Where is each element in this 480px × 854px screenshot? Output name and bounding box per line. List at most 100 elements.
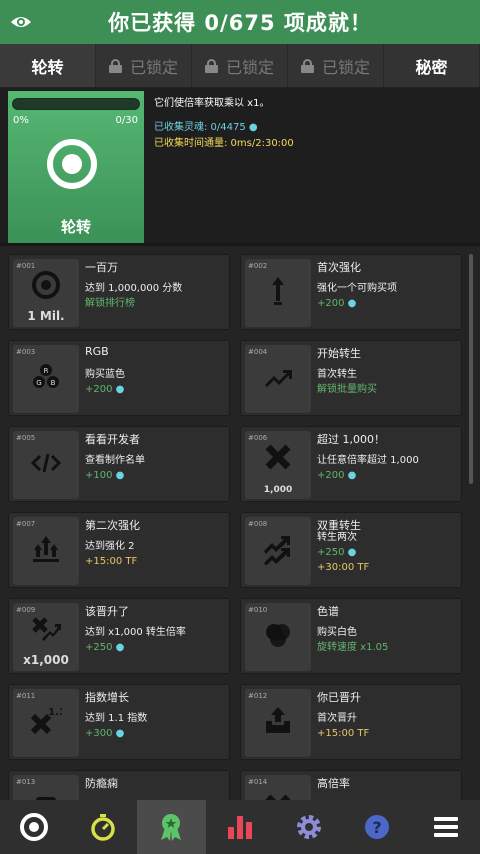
svg-text:?: ?: [373, 818, 382, 837]
achievement-reward: +15:00 TF: [85, 554, 137, 569]
achievement-card[interactable]: #001 1 Mil. 一百万 达到 1,000,000 分数 解锁排行榜: [8, 254, 230, 330]
svg-text:G: G: [36, 379, 41, 387]
reward-text: +100: [85, 470, 113, 481]
achievement-card[interactable]: #002 首次强化 强化一个可购买项 +200 ●: [240, 254, 462, 330]
achievement-reward: 解锁批量购买: [317, 382, 377, 397]
achievement-number: #004: [248, 348, 268, 356]
tab-label: 已锁定: [225, 57, 274, 77]
achievement-icon-box: #012: [245, 689, 311, 757]
achievement-card[interactable]: #012 你已晋升 首次晋升 +15:00 TF: [240, 684, 462, 760]
achievement-description: 首次转生 解锁批量购买: [317, 367, 377, 397]
achievement-title: 该晋升了: [85, 605, 129, 618]
achievement-icon-caption: x1,000: [23, 653, 69, 667]
achievement-description: 首次晋升 +15:00 TF: [317, 711, 369, 741]
achievement-card[interactable]: #014 高倍率: [240, 770, 462, 800]
achievement-title: 色谱: [317, 605, 339, 618]
achievement-card[interactable]: #005 看看开发者 查看制作名单 +100 ●: [8, 426, 230, 502]
achievement-icon-box: #013: [13, 775, 79, 800]
achievement-requirement: 让任意倍率超过 1,000: [317, 455, 419, 466]
help-question-icon: ?: [365, 815, 390, 839]
achievement-title: 高倍率: [317, 777, 350, 790]
nav-help[interactable]: ?: [343, 800, 412, 854]
svg-text:B: B: [51, 379, 56, 387]
target-icon: [32, 271, 60, 299]
soul-drop-icon: ●: [344, 298, 357, 309]
achievement-icon-box: #003 R G B: [13, 345, 79, 413]
achievement-title: 第二次强化: [85, 519, 140, 532]
achievement-description: 达到 x1,000 转生倍率 +250 ●: [85, 625, 186, 655]
achievement-description: 让任意倍率超过 1,000 +200 ●: [317, 453, 419, 483]
achievement-card[interactable]: #008 双重转生 转生两次 +250 ● +30:00 TF: [240, 512, 462, 588]
achievement-number: #011: [16, 692, 36, 700]
achievement-card[interactable]: #013 防瘾痫: [8, 770, 230, 800]
achievement-card[interactable]: #003 R G B RG B 购买蓝色 +200 ●: [8, 340, 230, 416]
tab-locked-3[interactable]: 已锁定: [288, 44, 384, 87]
achievement-title: 一百万: [85, 261, 118, 274]
unknown-icon: [36, 797, 56, 800]
tab-label: 秘密: [415, 57, 448, 77]
achievement-title: RGB: [85, 345, 109, 358]
grid-scrollbar[interactable]: [469, 254, 473, 484]
achievement-reward: +15:00 TF: [317, 726, 369, 741]
achievement-requirement: 首次晋升: [317, 713, 357, 724]
achievement-title: 超过 1,000！: [317, 433, 385, 446]
achievement-number: #007: [16, 520, 36, 528]
achievement-card[interactable]: #006 1,000 超过 1,000！ 让任意倍率超过 1,000 +200 ●: [240, 426, 462, 502]
nav-menu[interactable]: [411, 800, 480, 854]
reward-text: 解锁批量购买: [317, 384, 377, 395]
bottom-nav: ?: [0, 800, 480, 854]
time-flux-collected: 已收集时间通量: 0ms/2:30:00: [154, 138, 294, 149]
category-name: 轮转: [60, 218, 91, 236]
tab-locked-1[interactable]: 已锁定: [96, 44, 192, 87]
achievement-title: 指数增长: [85, 691, 129, 704]
tab-secret[interactable]: 秘密: [384, 44, 480, 87]
achievement-icon-box: #014: [245, 775, 311, 800]
nav-settings[interactable]: [274, 800, 343, 854]
tab-spin[interactable]: 轮转: [0, 44, 96, 87]
tab-label: 轮转: [31, 57, 64, 77]
reward-text: +250: [317, 547, 345, 558]
nav-stopwatch[interactable]: [69, 800, 138, 854]
achievement-description: 转生两次 +250 ● +30:00 TF: [317, 530, 369, 575]
nav-achievements[interactable]: [137, 800, 206, 854]
achievement-card[interactable]: #010 色谱 购买白色 旋转速度 x1.05: [240, 598, 462, 674]
nav-stats[interactable]: [206, 800, 275, 854]
achievement-number: #005: [16, 434, 36, 442]
tab-label: 已锁定: [129, 57, 178, 77]
achievement-icon-box: #004: [245, 345, 311, 413]
nav-spin[interactable]: [0, 800, 69, 854]
achievement-description: 购买蓝色 +200 ●: [85, 367, 125, 397]
achievement-reward: +300 ●: [85, 726, 147, 741]
reward-text: +300: [85, 728, 113, 739]
achievement-number: #012: [248, 692, 268, 700]
tab-locked-2[interactable]: 已锁定: [192, 44, 288, 87]
soul-drop-icon: ●: [112, 642, 125, 653]
achievement-reward: 解锁排行榜: [85, 296, 182, 311]
achievement-icon-box: #006 1,000: [245, 431, 311, 499]
settings-gear-icon: [296, 815, 321, 839]
achievement-card[interactable]: #004 开始转生首次转生 解锁批量购买: [240, 340, 462, 416]
achievement-card[interactable]: #007 第二次强化 达到强化 2 +15:00 TF: [8, 512, 230, 588]
achievement-requirement: 查看制作名单: [85, 455, 145, 466]
achievement-title: 看看开发者: [85, 433, 140, 446]
achievement-reward: +250 ●: [85, 640, 186, 655]
achievement-card[interactable]: #011 1.1 指数增长达到 1.1 指数 +300 ●: [8, 684, 230, 760]
achievement-icon-box: #007: [13, 517, 79, 585]
achievement-title: 开始转生: [317, 347, 361, 360]
stats-chart-icon: [228, 816, 253, 839]
soul-drop-icon: ●: [112, 384, 125, 395]
exponent-icon: 1.1: [30, 707, 62, 735]
header-bar: 你已获得 0/675 项成就！: [0, 0, 480, 44]
lock-icon: [204, 58, 218, 73]
achievement-card[interactable]: #009 x1,000 该晋升了 达到 x1,000 转生倍率 +250 ●: [8, 598, 230, 674]
times-trend-icon: [32, 617, 61, 641]
achievement-description: 强化一个可购买项 +200 ●: [317, 281, 397, 311]
rgb-icon: RG B: [33, 364, 59, 388]
achievement-icon-box: #010: [245, 603, 311, 671]
times-icon: [265, 444, 291, 470]
eye-icon[interactable]: [10, 12, 32, 32]
achievement-number: #002: [248, 262, 268, 270]
soul-drop-icon: ●: [344, 547, 357, 558]
category-card-spin: 0% 0/30 轮转: [8, 91, 144, 243]
progress-percent: 0%: [13, 115, 29, 126]
